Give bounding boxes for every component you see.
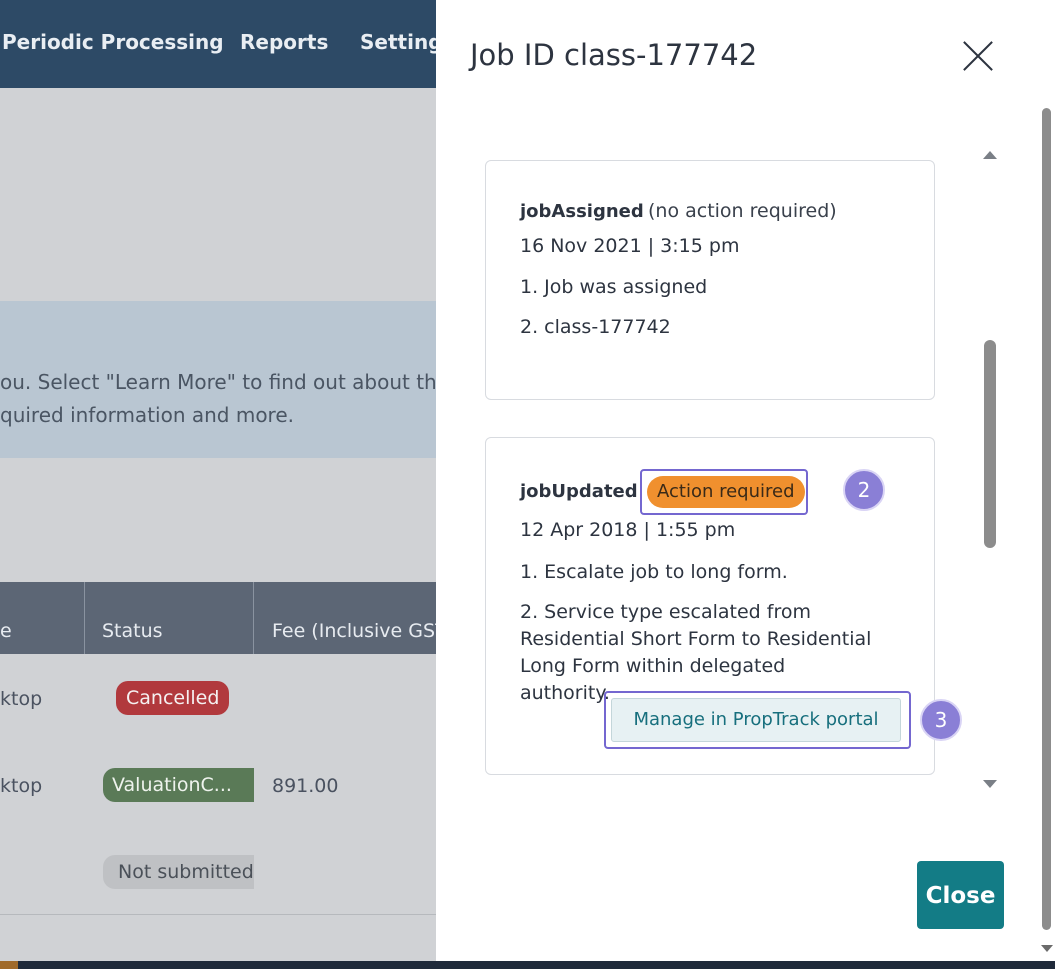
banner-text-line-2: quired information and more. bbox=[0, 403, 295, 427]
panel-title: Job ID class-177742 bbox=[470, 38, 758, 72]
step-marker-3: 3 bbox=[920, 699, 962, 741]
event-detail-line: 2. class-177742 bbox=[520, 316, 671, 338]
table-cell-type: ktop bbox=[0, 688, 43, 710]
table-row-divider bbox=[0, 914, 436, 915]
event-name: jobAssigned bbox=[520, 201, 644, 222]
panel-scroll-down-arrow-icon[interactable] bbox=[1041, 945, 1053, 952]
table-cell-fee: 891.00 bbox=[272, 775, 339, 797]
panel-scrollbar-thumb[interactable] bbox=[1042, 108, 1051, 930]
event-detail-line: 1. Job was assigned bbox=[520, 276, 708, 298]
scroll-up-arrow-icon[interactable] bbox=[983, 151, 997, 159]
banner-text-line-1: ou. Select "Learn More" to find out abou… bbox=[0, 370, 437, 394]
scroll-down-arrow-icon[interactable] bbox=[983, 780, 997, 788]
manage-portal-highlight: Manage in PropTrack portal bbox=[604, 691, 911, 749]
event-card-job-assigned: jobAssigned (no action required) 16 Nov … bbox=[485, 160, 935, 400]
status-badge-not-submitted: Not submitted bbox=[103, 855, 254, 889]
column-header-type[interactable]: e bbox=[0, 620, 12, 642]
close-icon[interactable] bbox=[962, 40, 994, 72]
action-required-highlight: Action required bbox=[640, 469, 808, 515]
bottom-bar bbox=[0, 961, 1055, 969]
event-date: 16 Nov 2021 | 3:15 pm bbox=[520, 235, 740, 257]
manage-in-proptrack-button[interactable]: Manage in PropTrack portal bbox=[611, 698, 901, 742]
column-header-fee[interactable]: Fee (Inclusive GST bbox=[272, 620, 447, 642]
table-cell-type: ktop bbox=[0, 775, 43, 797]
action-required-badge: Action required bbox=[647, 476, 805, 508]
nav-item-reports[interactable]: Reports bbox=[240, 30, 328, 54]
inner-scrollbar-thumb[interactable] bbox=[984, 340, 996, 548]
column-header-status[interactable]: Status bbox=[102, 620, 163, 642]
status-badge-valuation: ValuationC... bbox=[103, 768, 254, 802]
event-date: 12 Apr 2018 | 1:55 pm bbox=[520, 519, 736, 541]
event-card-job-updated: jobUpdated Action required 2 12 Apr 2018… bbox=[485, 437, 962, 775]
step-marker-2: 2 bbox=[843, 469, 885, 511]
job-details-panel: Job ID class-177742 jobAssigned (no acti… bbox=[436, 0, 1055, 961]
column-divider bbox=[253, 582, 254, 654]
status-badge-cancelled: Cancelled bbox=[116, 681, 230, 715]
event-note: (no action required) bbox=[648, 200, 837, 222]
bottom-bar-accent bbox=[0, 961, 18, 969]
event-detail-line: 1. Escalate job to long form. bbox=[520, 561, 788, 583]
nav-item-periodic-processing[interactable]: Periodic Processing bbox=[2, 30, 224, 54]
event-name: jobUpdated bbox=[520, 481, 638, 502]
column-divider bbox=[84, 582, 85, 654]
close-button[interactable]: Close bbox=[917, 861, 1004, 929]
